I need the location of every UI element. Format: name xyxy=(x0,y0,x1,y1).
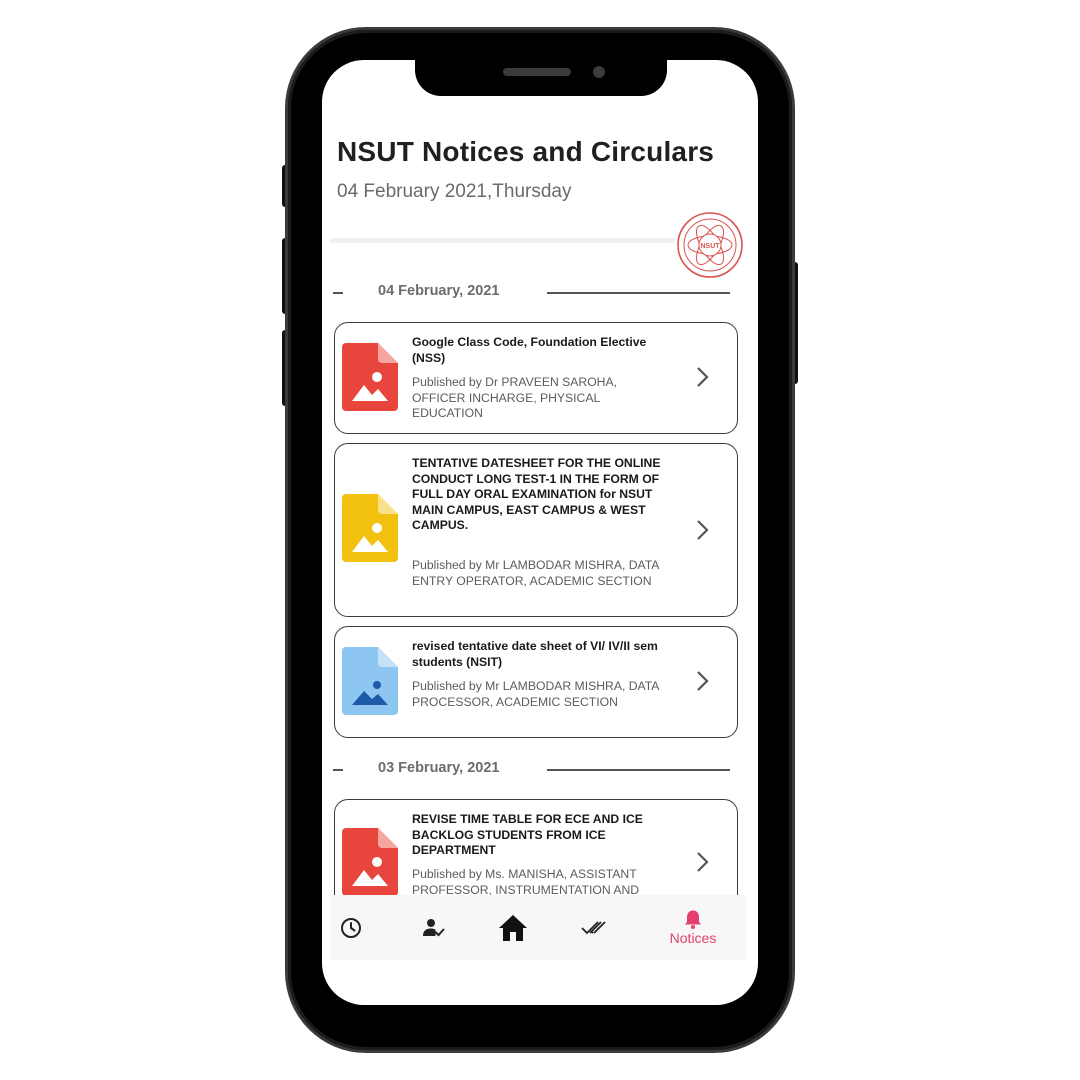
image-file-icon xyxy=(342,494,398,562)
phone-notch xyxy=(415,40,667,96)
date-separator: 04 February, 2021 xyxy=(330,282,730,304)
nav-history[interactable] xyxy=(330,895,372,960)
chevron-right-icon[interactable] xyxy=(693,850,711,874)
date-separator: 03 February, 2021 xyxy=(330,759,730,781)
nav-attendance[interactable] xyxy=(414,895,454,960)
notice-title: REVISE TIME TABLE FOR ECE AND ICE BACKLO… xyxy=(412,812,643,858)
image-file-icon xyxy=(342,828,398,896)
chevron-right-icon[interactable] xyxy=(693,365,711,389)
app-screen: NSUT Notices and Circulars 04 February 2… xyxy=(322,60,758,1005)
notice-card[interactable]: revised tentative date sheet of VI/ IV/I… xyxy=(334,626,738,738)
bell-icon xyxy=(685,910,701,929)
notice-title: TENTATIVE DATESHEET FOR THE ONLINE CONDU… xyxy=(412,456,661,533)
home-icon xyxy=(499,914,527,941)
nav-notices[interactable]: Notices xyxy=(662,895,724,960)
logo-text: NSUT xyxy=(700,243,720,250)
page-date: 04 February 2021,Thursday xyxy=(337,181,572,202)
image-file-icon xyxy=(342,343,398,411)
front-camera xyxy=(593,66,605,78)
header-divider xyxy=(330,238,675,243)
page-title: NSUT Notices and Circulars xyxy=(337,136,715,167)
nav-notices-label: Notices xyxy=(669,930,717,946)
bottom-navigation: Notices xyxy=(330,895,746,960)
double-check-icon xyxy=(581,920,606,934)
chevron-right-icon[interactable] xyxy=(693,669,711,693)
nav-completed[interactable] xyxy=(574,895,614,960)
notice-publisher: Published by Ms. MANISHA, ASSISTANT PROF… xyxy=(412,867,640,897)
nav-home[interactable] xyxy=(493,895,533,960)
notice-publisher: Published by Mr LAMBODAR MISHRA, DATA EN… xyxy=(412,558,659,588)
speaker-grille xyxy=(503,68,571,76)
image-file-icon xyxy=(342,647,398,715)
person-check-icon xyxy=(423,918,445,936)
notice-card[interactable]: Google Class Code, Foundation Elective (… xyxy=(334,322,738,434)
notice-publisher: Published by Dr PRAVEEN SAROHA, OFFICER … xyxy=(412,375,618,421)
date-label: 03 February, 2021 xyxy=(378,760,500,776)
clock-icon xyxy=(341,917,361,938)
nsut-logo: NSUT xyxy=(677,212,743,278)
notice-title: revised tentative date sheet of VI/ IV/I… xyxy=(412,639,658,669)
date-label: 04 February, 2021 xyxy=(378,283,500,299)
chevron-right-icon[interactable] xyxy=(693,518,711,542)
notice-card[interactable]: TENTATIVE DATESHEET FOR THE ONLINE CONDU… xyxy=(334,443,738,617)
notice-publisher: Published by Mr LAMBODAR MISHRA, DATA PR… xyxy=(412,679,659,709)
notice-title: Google Class Code, Foundation Elective (… xyxy=(412,335,647,365)
